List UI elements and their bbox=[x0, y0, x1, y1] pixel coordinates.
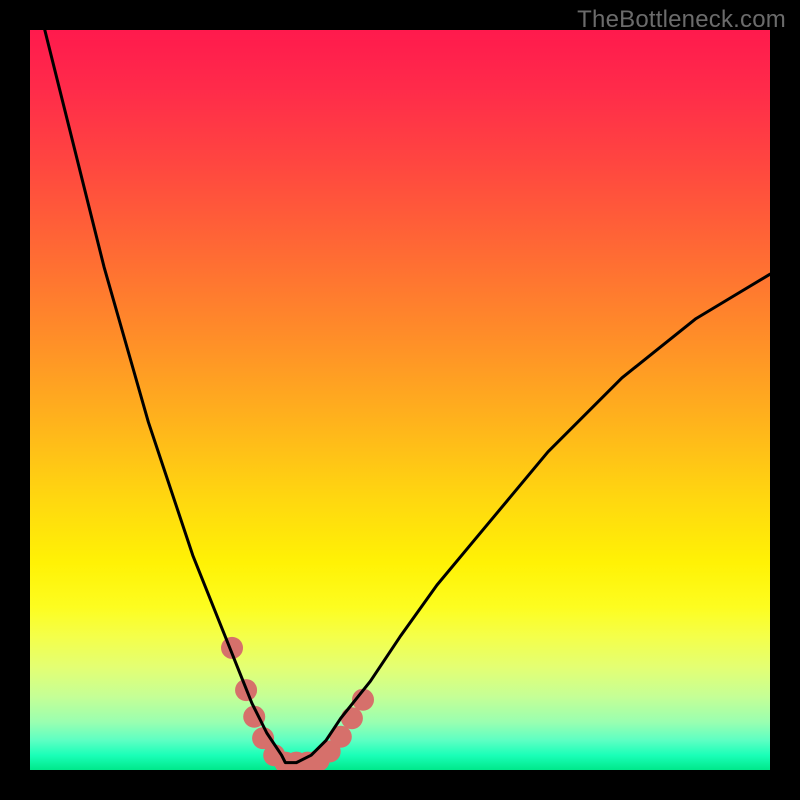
marker-dot bbox=[341, 707, 363, 729]
plot-area bbox=[30, 30, 770, 770]
chart-frame: TheBottleneck.com bbox=[0, 0, 800, 800]
bottleneck-curve-path bbox=[45, 30, 770, 763]
curve-layer bbox=[30, 30, 770, 770]
